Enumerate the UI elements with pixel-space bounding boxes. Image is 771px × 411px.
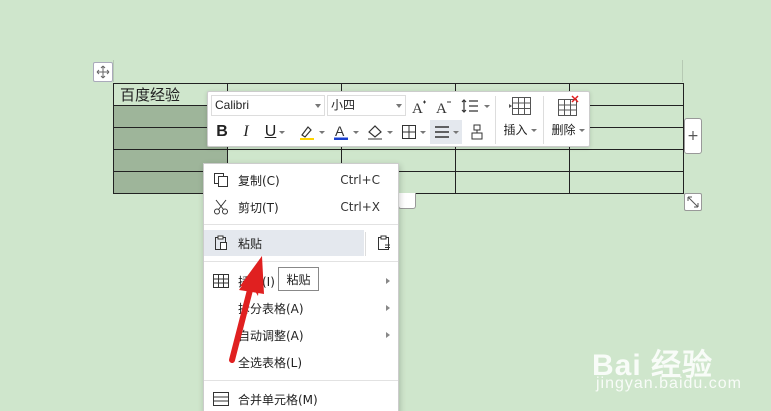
- menu-item-split-table[interactable]: 拆分表格(A): [204, 295, 398, 321]
- menu-item-label: 自动调整(A): [238, 328, 304, 343]
- paste-options-icon: [378, 235, 390, 250]
- merge-cells-icon: [212, 390, 230, 408]
- menu-item-autofit[interactable]: 自动调整(A): [204, 322, 398, 348]
- svg-text:A: A: [412, 101, 423, 115]
- highlight-button[interactable]: [296, 121, 326, 143]
- font-name-value: Calibri: [215, 98, 250, 112]
- menu-item-label: 合并单元格(M): [238, 392, 318, 407]
- menu-item-label: 拆分表格(A): [238, 301, 304, 316]
- insert-label: 插入: [503, 123, 528, 137]
- insert-rows-cols-button[interactable]: 插入: [498, 95, 542, 145]
- align-center-icon: [434, 126, 449, 138]
- font-color-icon: A: [333, 123, 348, 140]
- underline-icon: U: [264, 123, 277, 140]
- chevron-right-icon: [386, 332, 390, 338]
- font-name-select[interactable]: Calibri: [211, 95, 325, 116]
- bold-icon: B: [216, 123, 228, 140]
- chevron-down-icon: [318, 130, 325, 134]
- font-shrink-icon: A: [436, 101, 451, 115]
- line-spacing-icon: [461, 99, 478, 113]
- toolbar-divider: [495, 96, 496, 144]
- menu-item-select-table[interactable]: 全选表格(L): [204, 349, 398, 375]
- paste-icon: [212, 234, 230, 252]
- format-painter-icon: [471, 124, 483, 140]
- chevron-down-icon: [483, 104, 490, 108]
- menu-divider: [204, 380, 398, 381]
- table-cell[interactable]: [455, 149, 570, 172]
- borders-button[interactable]: [398, 121, 428, 143]
- align-button[interactable]: [430, 120, 462, 144]
- menu-item-cut[interactable]: 剪切(T) Ctrl+X: [204, 194, 398, 220]
- svg-text:A: A: [335, 123, 345, 139]
- delete-label: 删除: [551, 123, 576, 137]
- paste-tooltip: 粘贴: [278, 267, 319, 291]
- chevron-right-icon: [386, 305, 390, 311]
- highlighter-icon: [299, 126, 314, 140]
- table-move-handle[interactable]: [93, 62, 113, 82]
- table-insert-icon: [509, 97, 531, 115]
- floating-format-toolbar: Calibri 小四 A A B I U A 插入 删除: [207, 91, 590, 147]
- chevron-down-icon: [352, 130, 359, 134]
- chevron-down-icon: [452, 130, 459, 134]
- menu-item-paste[interactable]: 粘贴: [204, 230, 364, 256]
- chevron-down-icon: [315, 104, 321, 108]
- font-size-select[interactable]: 小四: [327, 95, 406, 116]
- font-color-button[interactable]: A: [330, 121, 360, 143]
- menu-item-label: 复制(C): [238, 173, 280, 188]
- move-arrows-icon: [96, 65, 110, 79]
- menu-divider: [204, 261, 398, 262]
- delete-rows-cols-button[interactable]: 删除: [546, 95, 590, 145]
- chevron-down-icon: [530, 129, 537, 132]
- copy-icon: [212, 171, 230, 189]
- chevron-down-icon: [419, 130, 426, 134]
- table-resize-handle[interactable]: [684, 193, 702, 211]
- decrease-font-button[interactable]: A: [434, 95, 454, 117]
- font-grow-icon: A: [412, 100, 426, 115]
- menu-item-shortcut: Ctrl+X: [340, 200, 380, 214]
- chevron-down-icon: [279, 130, 286, 134]
- borders-icon: [401, 125, 416, 139]
- underline-button[interactable]: U: [260, 121, 290, 143]
- bold-button[interactable]: B: [212, 121, 232, 143]
- chevron-down-icon: [386, 130, 393, 134]
- paste-options-button[interactable]: [373, 232, 395, 254]
- table-delete-icon: [558, 95, 579, 116]
- toolbar-divider: [543, 96, 544, 144]
- menu-item-label: 全选表格(L): [238, 355, 303, 370]
- resize-icon: [687, 196, 699, 208]
- paint-bucket-icon: [367, 125, 382, 140]
- cut-icon: [212, 198, 230, 216]
- plus-icon: +: [687, 128, 699, 144]
- menu-item-label: 粘贴: [238, 236, 263, 251]
- font-size-value: 小四: [331, 98, 356, 112]
- menu-item-merge-cells[interactable]: 合并单元格(M): [204, 386, 398, 411]
- shading-button[interactable]: [364, 121, 394, 143]
- menu-item-label: 插入(I): [238, 274, 275, 289]
- chevron-down-icon: [578, 129, 585, 132]
- chevron-right-icon: [386, 278, 390, 284]
- menu-divider: [365, 232, 366, 256]
- increase-font-button[interactable]: A: [410, 95, 430, 117]
- svg-text:A: A: [436, 101, 447, 115]
- menu-item-label: 剪切(T): [238, 200, 279, 215]
- italic-icon: I: [243, 123, 249, 140]
- table-cell[interactable]: [569, 149, 684, 172]
- add-row-button[interactable]: [398, 193, 416, 209]
- menu-divider: [204, 224, 398, 225]
- italic-button[interactable]: I: [236, 121, 256, 143]
- table-insert-icon: [212, 272, 230, 290]
- table-cell[interactable]: [569, 171, 684, 194]
- tooltip-text: 粘贴: [286, 272, 311, 287]
- menu-item-shortcut: Ctrl+C: [340, 173, 380, 187]
- menu-item-copy[interactable]: 复制(C) Ctrl+C: [204, 167, 398, 193]
- line-spacing-button[interactable]: [460, 95, 490, 117]
- table-cell[interactable]: [455, 171, 570, 194]
- chevron-down-icon: [396, 104, 402, 108]
- format-painter-button[interactable]: [466, 121, 488, 143]
- watermark-url: jingyan.baidu.com: [596, 375, 742, 392]
- page-margin-line-top: [113, 60, 114, 82]
- add-column-button[interactable]: +: [684, 118, 702, 154]
- page-margin-line-right: [682, 60, 683, 82]
- cell-text: 百度经验: [120, 86, 181, 104]
